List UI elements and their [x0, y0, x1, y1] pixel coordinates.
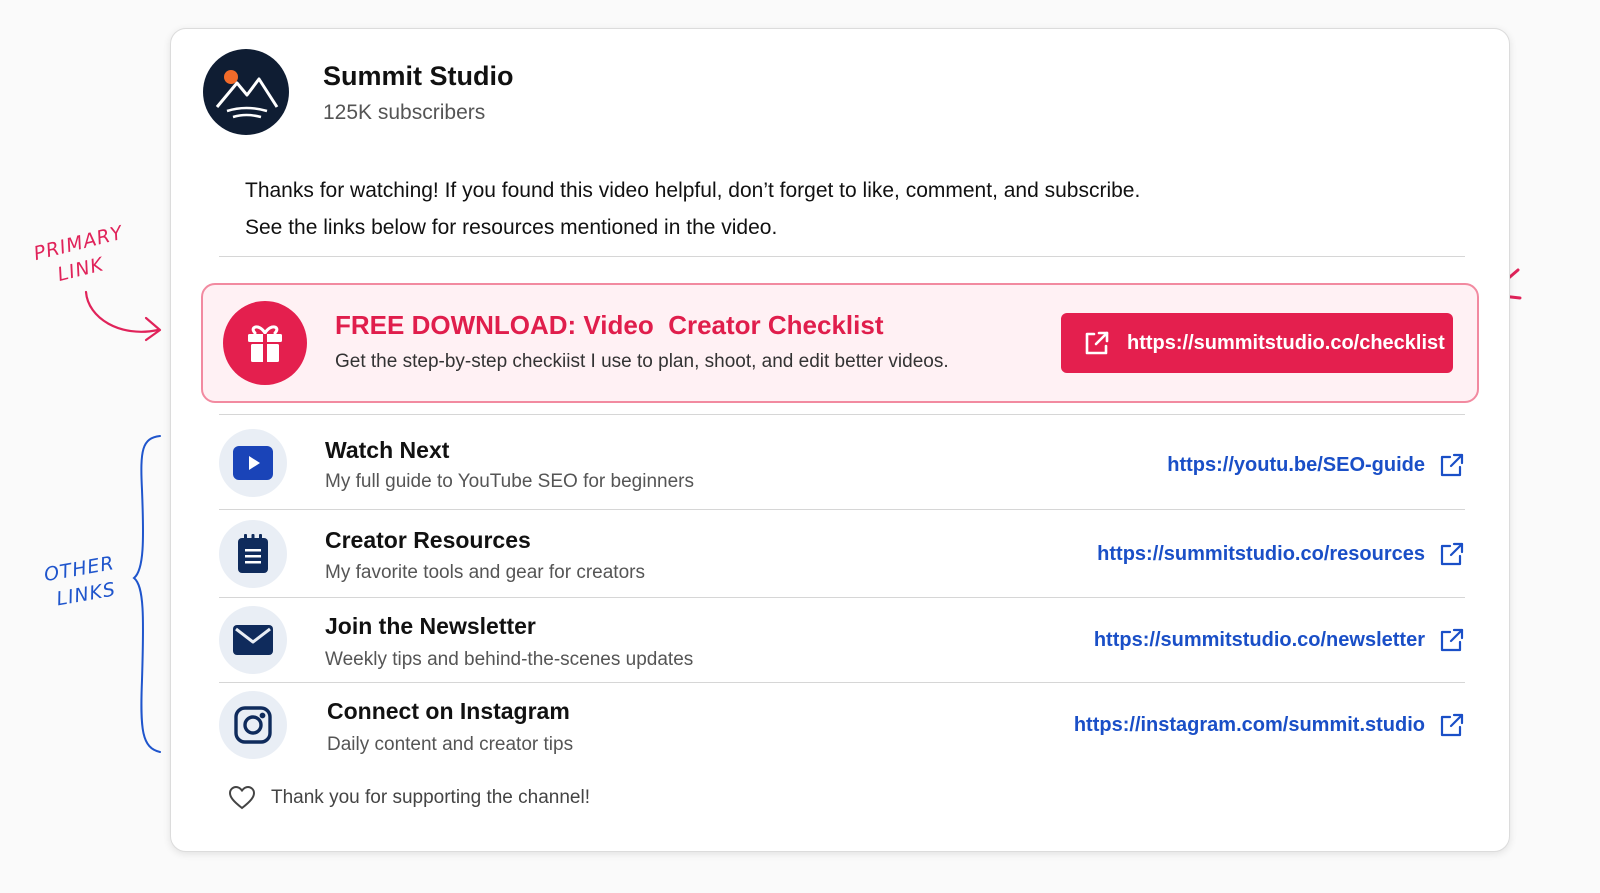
notepad-icon: [219, 520, 287, 588]
link-title: Join the Newsletter: [325, 613, 536, 639]
divider: [219, 509, 1465, 510]
primary-link-title: FREE DOWNLOAD: Video Creator Checklist: [335, 310, 884, 340]
divider: [219, 414, 1465, 415]
newsletter-link[interactable]: https://summitstudio.co/newsletter: [1094, 627, 1465, 653]
channel-name[interactable]: Summit Studio: [323, 61, 514, 92]
link-subtitle: My full guide to YouTube SEO for beginne…: [325, 471, 694, 492]
mail-icon: [219, 606, 287, 674]
checklist-link-button[interactable]: https://summitstudio.co/checklist: [1061, 313, 1453, 373]
video-description: Thanks for watching! If you found this v…: [245, 172, 1425, 246]
subscriber-count: 125K subscribers: [323, 101, 486, 124]
description-card: Summit Studio 125K subscribers Thanks fo…: [170, 28, 1510, 852]
annotation-brace: [132, 435, 161, 753]
external-link-icon: [1440, 713, 1464, 737]
primary-link-card: FREE DOWNLOAD: Video Creator Checklist G…: [201, 283, 1479, 403]
divider: [219, 597, 1465, 598]
link-title: Creator Resources: [325, 527, 531, 553]
annotation-arrow: [84, 290, 160, 333]
divider: [219, 682, 1465, 683]
link-url: https://youtu.be/SEO-guide: [1167, 453, 1425, 476]
external-link-icon: [1081, 327, 1113, 359]
description-line: See the links below for resources mentio…: [245, 216, 778, 239]
link-subtitle: Weekly tips and behind-the-scenes update…: [325, 649, 694, 670]
external-link-icon: [1440, 628, 1464, 652]
divider: [219, 256, 1465, 257]
mountain-logo-icon: [215, 70, 279, 119]
link-subtitle: Daily content and creator tips: [327, 734, 574, 755]
link-title: Connect on Instagram: [327, 698, 570, 724]
description-line: Thanks for watching! If you found this v…: [245, 179, 1141, 202]
external-link-icon: [1440, 542, 1464, 566]
link-row-instagram: Connect on Instagram Daily content and c…: [219, 690, 1465, 770]
resources-link[interactable]: https://summitstudio.co/resources: [1097, 541, 1465, 567]
link-url: https://instagram.com/summit.studio: [1073, 713, 1425, 736]
link-url: https://summitstudio.co/resources: [1097, 542, 1425, 565]
instagram-link[interactable]: https://instagram.com/summit.studio: [1074, 712, 1465, 738]
link-row-creator-resources: Creator Resources My favorite tools and …: [219, 517, 1465, 597]
heart-icon: [229, 786, 255, 810]
link-subtitle: My favorite tools and gear for creators: [325, 562, 645, 583]
gift-icon: [223, 301, 307, 385]
channel-avatar[interactable]: [203, 49, 289, 135]
link-row-newsletter: Join the Newsletter Weekly tips and behi…: [219, 605, 1465, 683]
link-row-watch-next: Watch Next My full guide to YouTube SEO …: [219, 427, 1465, 509]
checklist-url: https://summitstudio.co/checklist: [1127, 331, 1445, 354]
play-icon: [219, 429, 287, 497]
link-url: https://summitstudio.co/newsletter: [1093, 628, 1425, 651]
instagram-icon: [219, 691, 287, 759]
footer-text: Thank you for supporting the channel!: [271, 787, 590, 808]
external-link-icon: [1440, 453, 1464, 477]
annotation-arrowhead: [144, 316, 162, 342]
seo-guide-link[interactable]: https://youtu.be/SEO-guide: [1167, 452, 1465, 478]
link-title: Watch Next: [325, 437, 450, 463]
primary-link-subtitle: Get the step-by-step checkiist I use to …: [335, 351, 949, 372]
footer: Thank you for supporting the channel!: [229, 786, 590, 810]
